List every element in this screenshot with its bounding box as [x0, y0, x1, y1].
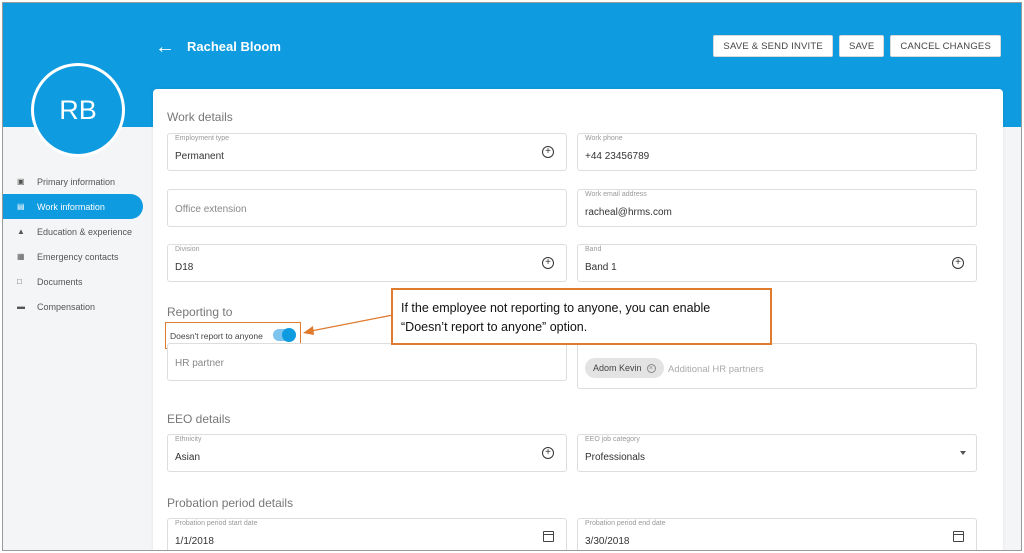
field-label: Ethnicity: [175, 436, 202, 443]
field-value: D18: [175, 262, 194, 273]
division-field[interactable]: Division D18 +: [167, 244, 567, 282]
field-label: Band: [585, 246, 602, 253]
sidebar-item-emergency-contacts[interactable]: ▦ Emergency contacts: [3, 244, 143, 269]
add-circle-icon[interactable]: +: [542, 257, 554, 269]
section-title-work-details: Work details: [167, 110, 233, 124]
id-card-icon: ▣: [17, 176, 25, 186]
employment-type-field[interactable]: Employment type Permanent +: [167, 133, 567, 171]
callout-line-1: If the employee not reporting to anyone,…: [401, 301, 711, 315]
field-value: Asian: [175, 452, 201, 463]
sidebar-item-label: Documents: [37, 276, 83, 287]
field-placeholder: Office extension: [175, 204, 247, 215]
probation-end-date-field[interactable]: Probation period end date 3/30/2018: [577, 518, 977, 550]
section-title-eeo-details: EEO details: [167, 412, 231, 426]
field-value: 1/1/2018: [175, 536, 214, 547]
field-label: Division: [175, 246, 200, 253]
sidebar-item-label: Compensation: [37, 301, 96, 312]
calendar-icon[interactable]: [953, 531, 964, 542]
sidebar: ▣ Primary information ▤ Work information…: [3, 169, 143, 319]
add-circle-icon[interactable]: +: [542, 146, 554, 158]
additional-hr-partners-field[interactable]: Adom Kevin × Additional HR partners: [577, 343, 977, 389]
sidebar-item-label: Emergency contacts: [37, 251, 119, 262]
header-actions: SAVE & SEND INVITE SAVE CANCEL CHANGES: [713, 35, 1001, 57]
calendar-icon[interactable]: [543, 531, 554, 542]
back-arrow-icon[interactable]: ←: [155, 37, 175, 57]
callout-arrow-icon: [303, 314, 394, 335]
field-label: Work email address: [585, 191, 647, 198]
field-label: Employment type: [175, 135, 230, 142]
field-label: EEO job category: [585, 436, 640, 443]
eeo-job-category-select[interactable]: EEO job category Professionals: [577, 434, 977, 472]
section-title-reporting-to: Reporting to: [167, 305, 233, 319]
work-email-field[interactable]: Work email address racheal@hrms.com: [577, 189, 977, 227]
ethnicity-field[interactable]: Ethnicity Asian +: [167, 434, 567, 472]
work-phone-field[interactable]: Work phone +44 23456789: [577, 133, 977, 171]
save-button[interactable]: SAVE: [838, 35, 885, 57]
remove-chip-icon[interactable]: ×: [646, 363, 656, 373]
save-send-invite-button[interactable]: SAVE & SEND INVITE: [713, 35, 833, 57]
dropdown-caret-icon[interactable]: [960, 451, 966, 455]
hr-partner-field[interactable]: HR partner: [167, 343, 567, 381]
field-value: racheal@hrms.com: [585, 207, 672, 218]
sidebar-item-compensation[interactable]: ▬ Compensation: [3, 294, 143, 319]
field-value: 3/30/2018: [585, 536, 630, 547]
field-label: Work phone: [585, 135, 623, 142]
chip-label: Adom Kevin: [593, 363, 642, 373]
field-placeholder: HR partner: [175, 358, 224, 369]
field-value: Permanent: [175, 151, 224, 162]
sidebar-item-work-information[interactable]: ▤ Work information: [3, 194, 143, 219]
field-placeholder: Additional HR partners: [668, 364, 764, 375]
band-field[interactable]: Band Band 1 +: [577, 244, 977, 282]
add-circle-icon[interactable]: +: [952, 257, 964, 269]
briefcase-icon: ▤: [17, 201, 25, 211]
toggle-label: Doesn't report to anyone: [170, 330, 263, 341]
page-title: Racheal Bloom: [187, 39, 281, 54]
avatar: RB: [31, 63, 125, 157]
sidebar-item-label: Work information: [37, 201, 105, 212]
contact-card-icon: ▦: [17, 251, 25, 261]
toggle-knob: [282, 328, 296, 342]
office-extension-field[interactable]: Office extension: [167, 189, 567, 227]
sidebar-item-education-experience[interactable]: ▲ Education & experience: [3, 219, 143, 244]
field-label: Probation period end date: [585, 520, 666, 527]
callout-line-2: “Doesn’t report to anyone” option.: [401, 320, 588, 334]
graduation-cap-icon: ▲: [17, 226, 25, 236]
sidebar-item-label: Primary information: [37, 176, 116, 187]
sidebar-item-primary-information[interactable]: ▣ Primary information: [3, 169, 143, 194]
sidebar-item-documents[interactable]: □ Documents: [3, 269, 143, 294]
field-value: Professionals: [585, 452, 646, 463]
probation-start-date-field[interactable]: Probation period start date 1/1/2018: [167, 518, 567, 550]
hr-partner-chip[interactable]: Adom Kevin ×: [585, 358, 664, 378]
sidebar-item-label: Education & experience: [37, 226, 133, 237]
add-circle-icon[interactable]: +: [542, 447, 554, 459]
section-title-probation: Probation period details: [167, 496, 294, 510]
field-label: Probation period start date: [175, 520, 258, 527]
doesnt-report-toggle[interactable]: [273, 328, 296, 342]
field-value: Band 1: [585, 262, 617, 273]
field-value: +44 23456789: [585, 151, 650, 162]
folder-icon: □: [17, 276, 22, 286]
app-window: ← Racheal Bloom SAVE & SEND INVITE SAVE …: [2, 2, 1022, 551]
annotation-callout: If the employee not reporting to anyone,…: [391, 288, 772, 345]
cancel-changes-button[interactable]: CANCEL CHANGES: [890, 35, 1001, 57]
credit-card-icon: ▬: [17, 301, 25, 311]
